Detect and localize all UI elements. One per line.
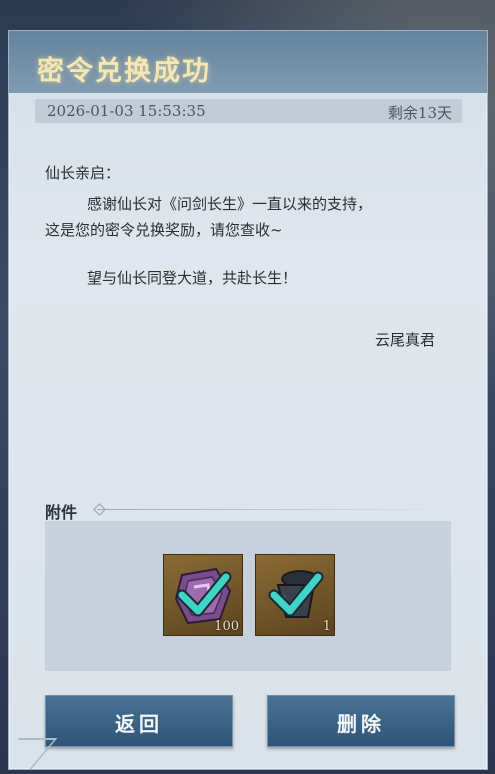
letter-line-2: 这是您的密令兑换奖励，请您查收~ [45,221,283,239]
remaining-days: 剩余13天 [387,104,452,122]
attachments-divider [97,509,457,510]
item-quantity: 1 [322,619,331,634]
date-bar: 2026-01-03 15:53:35 剩余13天 [35,99,462,123]
letter-line-1: 感谢仙长对《问剑长生》一直以来的支持， [87,195,373,213]
letter-signature: 云尾真君 [375,331,436,349]
mail-panel: 密令兑换成功 2026-01-03 15:53:35 剩余13天 仙长亲启： 感… [8,30,488,770]
back-button[interactable]: 返回 [45,695,233,747]
mail-date: 2026-01-03 15:53:35 [47,102,206,120]
attachments-label: 附件 [45,503,78,522]
mail-title: 密令兑换成功 [37,56,211,87]
delete-button[interactable]: 删除 [267,695,455,747]
letter-line-3: 望与仙长同登大道，共赴长生！ [87,269,298,287]
item-quantity: 100 [214,619,239,634]
delete-button-label: 删除 [337,712,385,736]
attachment-item-token[interactable]: 100 [163,554,243,636]
attachments-box: 100 1 [45,521,451,671]
attachment-item-armor[interactable]: 1 [255,554,335,636]
letter-salutation: 仙长亲启： [45,164,121,182]
back-button-label: 返回 [115,712,163,736]
